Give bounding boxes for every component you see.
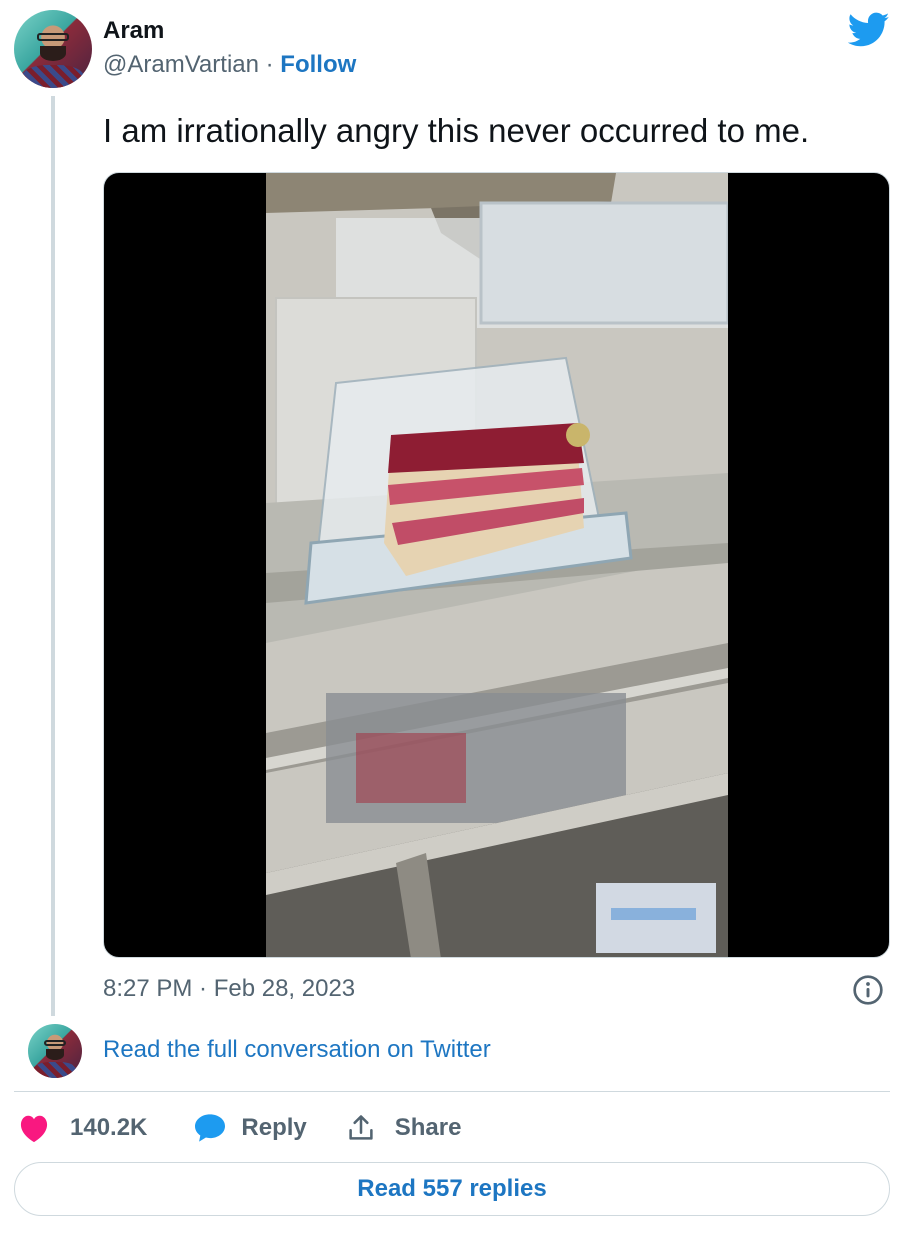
avatar-beard	[45, 1048, 65, 1060]
share-upload-icon	[349, 1115, 373, 1140]
like-button[interactable]: 140.2K	[18, 1113, 147, 1143]
tweet-video[interactable]	[103, 172, 890, 958]
author-handle-row: @AramVartian · Follow	[103, 51, 356, 79]
twitter-bird-icon[interactable]	[848, 12, 890, 48]
like-count: 140.2K	[70, 1114, 148, 1141]
avatar-shirt	[33, 1061, 77, 1078]
tweet-timestamp[interactable]: 8:27 PM · Feb 28, 2023	[103, 975, 355, 1003]
avatar-glasses	[37, 33, 69, 42]
avatar-shirt	[21, 64, 85, 88]
reply-button[interactable]: Reply	[193, 1113, 307, 1143]
divider	[14, 1091, 890, 1092]
reply-label: Reply	[241, 1114, 307, 1141]
thread-connector-line	[51, 96, 55, 1016]
video-frame-fridge-cake	[266, 173, 728, 957]
handle-separator: ·	[258, 51, 281, 78]
info-icon[interactable]	[852, 974, 884, 1006]
tweet-actions: 140.2K Reply Share	[14, 1108, 461, 1148]
share-label: Share	[394, 1114, 462, 1141]
speech-bubble-icon	[195, 1114, 226, 1142]
follow-button[interactable]: Follow	[280, 51, 356, 78]
read-full-conversation-link[interactable]: Read the full conversation on Twitter	[103, 1036, 491, 1064]
tweet-text: I am irrationally angry this never occur…	[103, 112, 810, 149]
read-replies-button[interactable]: Read 557 replies	[14, 1162, 890, 1216]
heart-icon	[20, 1115, 48, 1143]
author-name[interactable]: Aram	[103, 17, 164, 45]
share-button[interactable]: Share	[347, 1113, 462, 1143]
avatar-glasses	[44, 1040, 66, 1046]
author-handle[interactable]: @AramVartian	[103, 51, 259, 78]
avatar-beard	[39, 45, 67, 62]
author-avatar-small[interactable]	[28, 1024, 82, 1078]
author-avatar[interactable]	[14, 10, 92, 88]
fridge-cake-illustration	[266, 173, 728, 957]
